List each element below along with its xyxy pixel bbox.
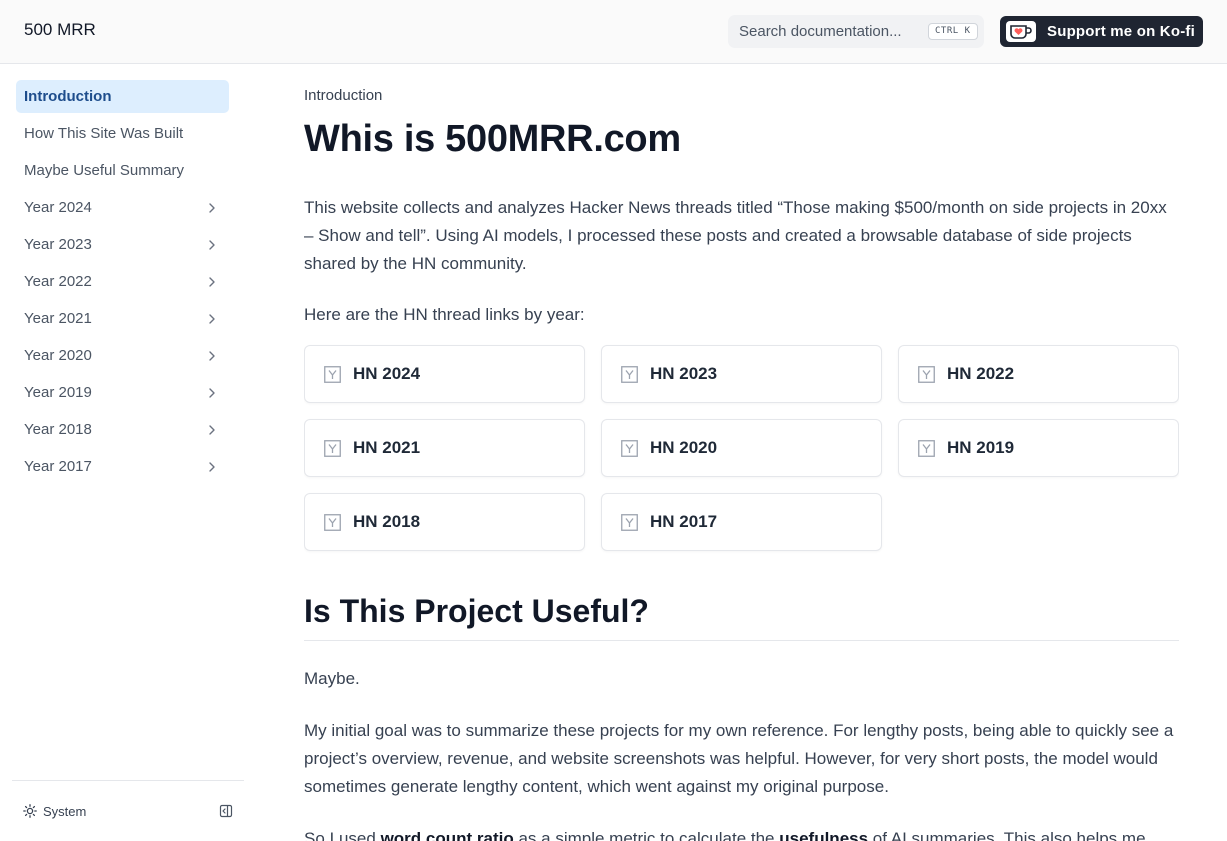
metric-text: So I used — [304, 829, 381, 841]
kofi-label: Support me on Ko-fi — [1047, 23, 1195, 40]
card-label: HN 2020 — [650, 438, 718, 457]
maybe-text: Maybe. — [304, 669, 360, 688]
kofi-support-button[interactable]: Support me on Ko-fi — [1000, 16, 1203, 47]
ycombinator-icon — [324, 514, 341, 531]
sidebar-item-year-2023[interactable]: Year 2023 — [16, 228, 229, 261]
goal-paragraph: My initial goal was to summarize these p… — [304, 721, 1174, 796]
hn-link-card[interactable]: HN 2018 — [304, 493, 585, 551]
ycombinator-icon — [324, 440, 341, 457]
sidebar-item-year-2024[interactable]: Year 2024 — [16, 191, 229, 224]
kofi-cup-icon — [1006, 21, 1036, 42]
collapse-sidebar-icon[interactable] — [219, 804, 233, 818]
sidebar-item-year-2022[interactable]: Year 2022 — [16, 265, 229, 298]
ycombinator-icon — [324, 366, 341, 383]
sidebar-item-year-2017[interactable]: Year 2017 — [16, 450, 229, 483]
sidebar-item-year-2019[interactable]: Year 2019 — [16, 376, 229, 409]
card-label: HN 2018 — [353, 512, 421, 531]
sidebar-footer: System — [12, 780, 244, 841]
site-logo[interactable]: 500 MRR — [24, 20, 96, 40]
chevron-right-icon — [209, 425, 215, 435]
top-navbar: 500 MRR CTRL K Support me on Ko-fi — [0, 0, 1227, 64]
hn-link-card[interactable]: HN 2022 — [898, 345, 1179, 403]
sidebar-item-label: Year 2023 — [24, 236, 92, 253]
card-label: HN 2017 — [650, 512, 718, 531]
card-label: HN 2019 — [947, 438, 1015, 457]
hn-link-card[interactable]: HN 2023 — [601, 345, 882, 403]
ycombinator-icon — [621, 366, 638, 383]
sidebar-item-label: Year 2024 — [24, 199, 92, 216]
chevron-right-icon — [209, 351, 215, 361]
sidebar-item-how-this-site-was-built[interactable]: How This Site Was Built — [16, 117, 229, 150]
chevron-right-icon — [209, 240, 215, 250]
sidebar-item-label: Year 2017 — [24, 458, 92, 475]
hn-link-card[interactable]: HN 2020 — [601, 419, 882, 477]
card-label: HN 2021 — [353, 438, 421, 457]
card-label: HN 2023 — [650, 364, 718, 383]
search-box[interactable]: CTRL K — [728, 15, 984, 48]
ycombinator-icon — [621, 440, 638, 457]
metric-text: as a simple metric to calculate the — [513, 829, 780, 841]
ycombinator-icon — [918, 366, 935, 383]
hn-link-card[interactable]: HN 2024 — [304, 345, 585, 403]
links-intro-text: Here are the HN thread links by year: — [304, 305, 585, 324]
metric-text: of AI summaries. This also helps me — [868, 829, 1146, 841]
card-label: HN 2022 — [947, 364, 1015, 383]
sidebar-item-label: Year 2018 — [24, 421, 92, 438]
sidebar-item-label: Introduction — [24, 88, 112, 105]
sidebar-item-label: Year 2019 — [24, 384, 92, 401]
chevron-right-icon — [209, 462, 215, 472]
card-label: HN 2024 — [353, 364, 421, 383]
metric-bold: word count ratio — [380, 829, 514, 841]
sidebar-item-year-2021[interactable]: Year 2021 — [16, 302, 229, 335]
intro-paragraph: This website collects and analyzes Hacke… — [304, 198, 1167, 273]
chevron-right-icon — [209, 388, 215, 398]
sun-icon[interactable] — [23, 804, 37, 818]
chevron-right-icon — [209, 314, 215, 324]
sidebar-item-label: Year 2022 — [24, 273, 92, 290]
sidebar-item-year-2020[interactable]: Year 2020 — [16, 339, 229, 372]
ycombinator-icon — [621, 514, 638, 531]
ycombinator-icon — [918, 440, 935, 457]
sidebar-item-introduction[interactable]: Introduction — [16, 80, 229, 113]
sidebar-item-label: How This Site Was Built — [24, 125, 184, 142]
hn-link-card[interactable]: HN 2021 — [304, 419, 585, 477]
chevron-right-icon — [209, 203, 215, 213]
breadcrumb: Introduction — [304, 87, 383, 104]
main-content: Introduction Whis is 500MRR.com This web… — [304, 65, 1179, 841]
sidebar-item-maybe-useful-summary[interactable]: Maybe Useful Summary — [16, 154, 229, 187]
hn-link-card[interactable]: HN 2017 — [601, 493, 882, 551]
metric-paragraph: So I used word count ratio as a simple m… — [304, 825, 1179, 841]
hn-link-card[interactable]: HN 2019 — [898, 419, 1179, 477]
sidebar-item-label: Year 2021 — [24, 310, 92, 327]
theme-switcher[interactable]: System — [43, 804, 86, 819]
section-divider — [304, 640, 1179, 641]
chevron-right-icon — [209, 277, 215, 287]
section-title: Is This Project Useful? — [304, 593, 649, 629]
sidebar-item-year-2018[interactable]: Year 2018 — [16, 413, 229, 446]
search-input[interactable] — [739, 15, 924, 48]
sidebar: Introduction How This Site Was Built May… — [0, 65, 256, 841]
metric-bold: usefulness — [779, 829, 869, 841]
sidebar-item-label: Maybe Useful Summary — [24, 162, 185, 179]
sidebar-item-label: Year 2020 — [24, 347, 92, 364]
search-shortcut-badge: CTRL K — [928, 23, 978, 40]
page-title: Whis is 500MRR.com — [304, 118, 681, 160]
